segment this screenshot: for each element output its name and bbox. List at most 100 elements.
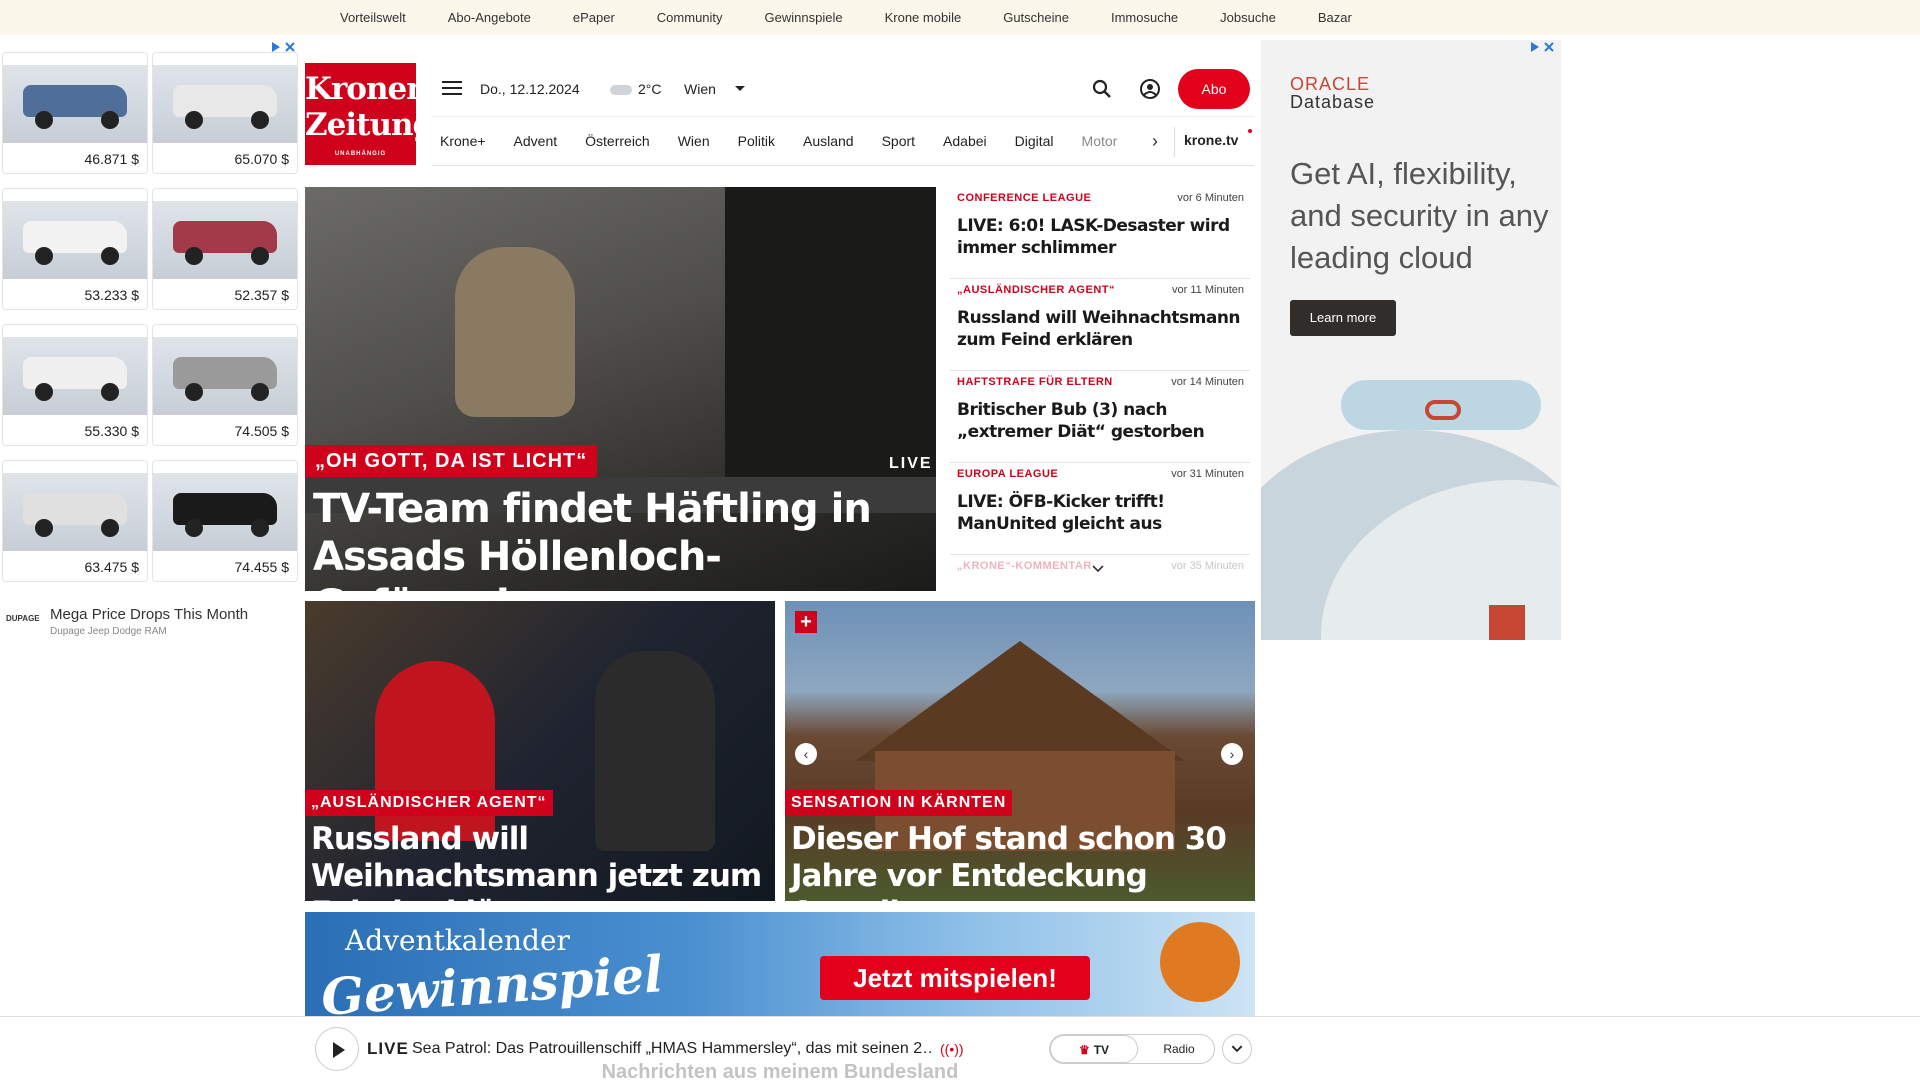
teaser-card[interactable]: + ‹ › SENSATION IN KÄRNTEN Dieser Hof st… xyxy=(785,601,1255,901)
arrow-right-icon[interactable]: › xyxy=(1221,743,1243,765)
car-tile[interactable]: 55.330 $ xyxy=(2,324,148,446)
live-program-title[interactable]: Sea Patrol: Das Patrouillenschiff „HMAS … xyxy=(412,1040,932,1058)
chevron-down-icon[interactable] xyxy=(1092,565,1104,573)
live-dot xyxy=(1248,129,1252,133)
adchoices-icon[interactable] xyxy=(1527,40,1557,54)
logo-line-1: Kronen xyxy=(305,71,429,107)
service-link-jobsuche[interactable]: Jobsuche xyxy=(1220,10,1276,25)
advertiser-logo: DUPAGE xyxy=(6,614,40,623)
ad-caption[interactable]: DUPAGE Mega Price Drops This Month Dupag… xyxy=(0,600,300,640)
nav-item-wien[interactable]: Wien xyxy=(678,133,710,149)
car-tile[interactable]: 46.871 $ xyxy=(2,52,148,174)
nav-item-ausland[interactable]: Ausland xyxy=(803,133,854,149)
news-item[interactable]: HAFTSTRAFE FÜR ELTERN vor 14 Minuten Bri… xyxy=(950,371,1250,463)
car-wheel xyxy=(35,519,53,537)
news-item[interactable]: „AUSLÄNDISCHER AGENT“ vor 11 Minuten Rus… xyxy=(950,279,1250,371)
service-link-gutscheine[interactable]: Gutscheine xyxy=(1003,10,1069,25)
abo-button[interactable]: Abo xyxy=(1178,69,1250,109)
news-item[interactable]: EUROPA LEAGUE vor 31 Minuten LIVE: ÖFB-K… xyxy=(950,463,1250,555)
news-time: vor 6 Minuten xyxy=(1177,192,1244,204)
card-kicker: SENSATION IN KÄRNTEN xyxy=(785,790,1013,816)
news-item[interactable]: CONFERENCE LEAGUE vor 6 Minuten LIVE: 6:… xyxy=(950,187,1250,279)
nav-item-motor[interactable]: Motor xyxy=(1082,133,1118,149)
car-tile[interactable]: 74.505 $ xyxy=(152,324,298,446)
news-title[interactable]: Britischer Bub (3) nach „extremer Diät“ … xyxy=(957,399,1247,443)
tv-radio-toggle[interactable]: ♛ TV Radio xyxy=(1049,1034,1215,1064)
arrow-left-icon[interactable]: ‹ xyxy=(795,743,817,765)
service-link-community[interactable]: Community xyxy=(657,10,723,25)
hero-image-door xyxy=(725,187,936,477)
service-link-vorteilswelt[interactable]: Vorteilswelt xyxy=(340,10,406,25)
car-tile[interactable]: 74.455 $ xyxy=(152,460,298,582)
car-wheel xyxy=(101,519,119,537)
krone-logo[interactable]: Kronen Zeitung UNABHÄNGIG xyxy=(305,63,434,165)
service-link-epaper[interactable]: ePaper xyxy=(573,10,615,25)
temperature: 2°C xyxy=(638,81,662,97)
latest-news-list: CONFERENCE LEAGUE vor 6 Minuten LIVE: 6:… xyxy=(950,187,1250,587)
hero-headline[interactable]: TV-Team findet Häftling in Assads Höllen… xyxy=(313,485,933,591)
car-wheel xyxy=(185,247,203,265)
current-date: Do., 12.12.2024 xyxy=(480,81,580,97)
news-title[interactable]: LIVE: 6:0! LASK-Desaster wird immer schl… xyxy=(957,215,1247,259)
nav-item-krone-plus[interactable]: Krone+ xyxy=(440,133,486,149)
car-tile[interactable]: 63.475 $ xyxy=(2,460,148,582)
nav-item-politik[interactable]: Politik xyxy=(738,133,775,149)
card-title[interactable]: Russland will Weihnachtsmann jetzt zum F… xyxy=(311,821,773,901)
plus-icon: + xyxy=(795,611,817,633)
tv-option[interactable]: ♛ TV xyxy=(1050,1035,1138,1063)
menu-icon[interactable] xyxy=(442,81,462,97)
hero-article[interactable]: LIVE „OH GOTT, DA IST LICHT“ TV-Team fin… xyxy=(305,187,936,591)
car-grid: 46.871 $ 65.070 $ 53.233 $ 52.357 $ 55.3… xyxy=(2,52,298,582)
weather-widget[interactable]: 2°C xyxy=(610,81,662,97)
search-icon[interactable] xyxy=(1091,78,1113,100)
main-navigation: Krone+ Advent Österreich Wien Politik Au… xyxy=(432,116,1254,166)
card-title[interactable]: Dieser Hof stand schon 30 Jahre vor Entd… xyxy=(791,821,1253,901)
city-selector[interactable]: Wien xyxy=(684,81,716,97)
car-wheel xyxy=(185,111,203,129)
nav-item-advent[interactable]: Advent xyxy=(514,133,558,149)
service-link-bazar[interactable]: Bazar xyxy=(1318,10,1352,25)
news-title[interactable]: LIVE: ÖFB-Kicker trifft! ManUnited gleic… xyxy=(957,491,1247,535)
car-price: 46.871 $ xyxy=(84,151,140,167)
user-icon[interactable] xyxy=(1139,78,1161,100)
teaser-card[interactable]: „AUSLÄNDISCHER AGENT“ Russland will Weih… xyxy=(305,601,775,901)
top-service-bar: Vorteilswelt Abo-Angebote ePaper Communi… xyxy=(0,0,1920,35)
car-wheel xyxy=(35,383,53,401)
nav-item-digital[interactable]: Digital xyxy=(1015,133,1054,149)
nav-item-adabei[interactable]: Adabei xyxy=(943,133,987,149)
live-badge: LIVE xyxy=(889,455,933,472)
play-button[interactable] xyxy=(315,1027,359,1071)
tv-option-label: TV xyxy=(1093,1043,1110,1057)
banner-cta-button[interactable]: Jetzt mitspielen! xyxy=(820,956,1090,1000)
news-kicker: HAFTSTRAFE FÜR ELTERN xyxy=(957,376,1113,388)
news-kicker: „KRONE“-KOMMENTAR xyxy=(957,560,1092,572)
learn-more-button[interactable]: Learn more xyxy=(1290,300,1396,336)
car-tile[interactable]: 65.070 $ xyxy=(152,52,298,174)
nav-item-sport[interactable]: Sport xyxy=(882,133,915,149)
service-link-gewinnspiele[interactable]: Gewinnspiele xyxy=(765,10,843,25)
caret-down-icon[interactable] xyxy=(735,86,745,91)
nav-item-krone-tv[interactable]: krone.tv xyxy=(1184,132,1238,148)
service-link-abo-angebote[interactable]: Abo-Angebote xyxy=(448,10,531,25)
car-wheel xyxy=(251,111,269,129)
radio-option[interactable]: Radio xyxy=(1144,1035,1214,1063)
regional-news-teaser: Nachrichten aus meinem Bundesland xyxy=(601,1061,959,1083)
left-car-ad[interactable]: 46.871 $ 65.070 $ 53.233 $ 52.357 $ 55.3… xyxy=(0,40,300,640)
news-title[interactable]: Russland will Weihnachtsmann zum Feind e… xyxy=(957,307,1247,351)
car-tile[interactable]: 52.357 $ xyxy=(152,188,298,310)
news-kicker: „AUSLÄNDISCHER AGENT“ xyxy=(957,284,1115,296)
car-price: 74.455 $ xyxy=(234,559,290,575)
news-kicker: CONFERENCE LEAGUE xyxy=(957,192,1092,204)
car-tile[interactable]: 53.233 $ xyxy=(2,188,148,310)
chevron-right-icon[interactable]: › xyxy=(1152,131,1158,152)
expand-player-button[interactable] xyxy=(1222,1034,1252,1064)
service-link-krone-mobile[interactable]: Krone mobile xyxy=(885,10,962,25)
advent-banner[interactable]: Adventkalender Gewinnspiel Jetzt mitspie… xyxy=(305,912,1255,1016)
nav-item-oesterreich[interactable]: Österreich xyxy=(585,133,650,149)
hero-kicker: „OH GOTT, DA IST LICHT“ xyxy=(305,445,598,477)
right-oracle-ad[interactable]: ORACLE Database Get AI, flexibility, and… xyxy=(1261,40,1561,640)
ad-caption-title[interactable]: Mega Price Drops This Month xyxy=(50,606,248,623)
service-link-immosuche[interactable]: Immosuche xyxy=(1111,10,1178,25)
live-player-bar: Nachrichten aus meinem Bundesland LIVE S… xyxy=(0,1016,1920,1083)
hero-image-person xyxy=(455,247,575,417)
